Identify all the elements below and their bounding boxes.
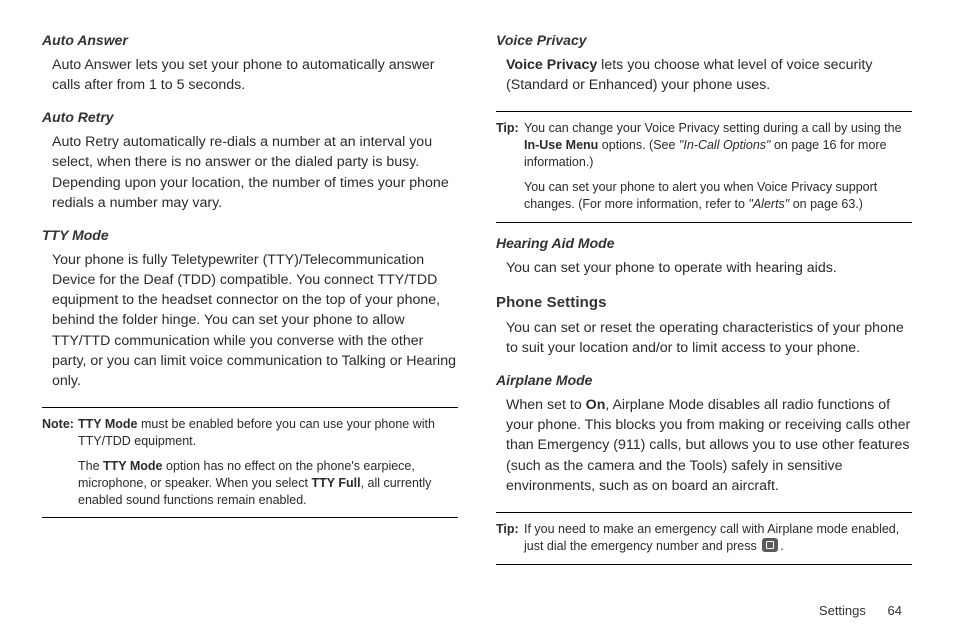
note-text-1: TTY Mode must be enabled before you can …: [78, 416, 458, 508]
note-tty-mode-bold: TTY Mode: [78, 417, 138, 431]
heading-voice-privacy: Voice Privacy: [496, 32, 912, 48]
note-box-tty: Note: TTY Mode must be enabled before yo…: [42, 407, 458, 518]
footer-section: Settings: [819, 603, 866, 618]
note-text-2: The TTY Mode option has no effect on the…: [78, 458, 458, 509]
heading-hearing-aid: Hearing Aid Mode: [496, 235, 912, 251]
voice-privacy-bold: Voice Privacy: [506, 57, 597, 73]
tip1-l1a: You can change your Voice Privacy settin…: [524, 121, 902, 135]
tip2-text: If you need to make an emergency call wi…: [524, 521, 912, 555]
tip2-l1a: If you need to make an emergency call wi…: [524, 522, 899, 553]
page-footer: Settings 64: [819, 603, 902, 618]
tip-box-airplane: Tip: If you need to make an emergency ca…: [496, 512, 912, 565]
body-phone-settings: You can set or reset the operating chara…: [506, 318, 912, 358]
heading-auto-retry: Auto Retry: [42, 109, 458, 125]
tip1-l1c: options. (See: [598, 138, 679, 152]
body-airplane-mode: When set to On, Airplane Mode disables a…: [506, 395, 912, 496]
airplane-a: When set to: [506, 397, 586, 413]
tip1-inuse-bold: In-Use Menu: [524, 138, 598, 152]
note-tty-mode-bold-2: TTY Mode: [103, 459, 163, 473]
left-column: Auto Answer Auto Answer lets you set you…: [42, 30, 458, 596]
heading-airplane-mode: Airplane Mode: [496, 372, 912, 388]
heading-phone-settings: Phone Settings: [496, 294, 912, 311]
tip-label-2: Tip:: [496, 521, 524, 555]
tip1-alerts-italic: "Alerts": [748, 197, 789, 211]
footer-page-number: 64: [888, 603, 902, 618]
airplane-on-bold: On: [586, 397, 606, 413]
note-label: Note:: [42, 416, 78, 508]
tip2-l1b: .: [780, 539, 783, 553]
tip1-line2: You can set your phone to alert you when…: [524, 179, 912, 213]
note-tty-full-bold: TTY Full: [311, 476, 360, 490]
tip1-text: You can change your Voice Privacy settin…: [524, 120, 912, 212]
heading-auto-answer: Auto Answer: [42, 32, 458, 48]
body-tty-mode: Your phone is fully Teletypewriter (TTY)…: [52, 250, 458, 391]
right-column: Voice Privacy Voice Privacy lets you cho…: [496, 30, 912, 596]
tip-label-1: Tip:: [496, 120, 524, 212]
tip-box-voice-privacy: Tip: You can change your Voice Privacy s…: [496, 111, 912, 222]
tip1-incall-italic: "In-Call Options": [679, 138, 771, 152]
page: Auto Answer Auto Answer lets you set you…: [42, 30, 912, 596]
note-text-2a: The: [78, 459, 103, 473]
body-auto-answer: Auto Answer lets you set your phone to a…: [52, 55, 458, 95]
tip1-l2c: on page 63.): [789, 197, 863, 211]
body-voice-privacy: Voice Privacy lets you choose what level…: [506, 55, 912, 95]
body-hearing-aid: You can set your phone to operate with h…: [506, 258, 912, 278]
heading-tty-mode: TTY Mode: [42, 227, 458, 243]
send-key-icon: [762, 538, 778, 552]
body-auto-retry: Auto Retry automatically re-dials a numb…: [52, 132, 458, 213]
